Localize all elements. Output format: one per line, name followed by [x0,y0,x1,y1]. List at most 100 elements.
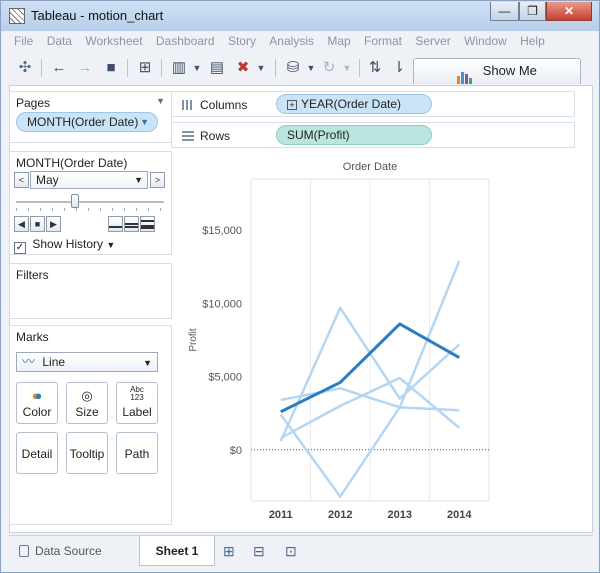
columns-icon [182,100,194,110]
redo-icon[interactable]: → [75,58,95,78]
bar-chart-icon [457,60,473,84]
y-tick-label: $0 [230,445,242,457]
speed-slow-button[interactable] [108,216,123,232]
clear-sheet-icon[interactable]: ✖ [233,58,253,78]
tooltip-button[interactable]: Tooltip [66,432,108,474]
data-source-label: Data Source [35,544,102,558]
menu-worksheet[interactable]: Worksheet [80,31,147,48]
speed-medium-button[interactable] [124,216,139,232]
size-button[interactable]: ◎ Size [66,382,108,424]
chevron-down-icon[interactable]: ▼ [156,96,165,106]
menu-help[interactable]: Help [515,31,550,48]
title-bar: Tableau - motion_chart — ❐ ✕ [1,1,599,31]
tableau-logo-icon[interactable]: ✣ [15,58,35,78]
new-story-icon[interactable]: ⊡ [285,536,301,566]
new-worksheet-icon[interactable]: ▥ [169,58,189,78]
page-slider-ticks [16,208,164,211]
show-history-checkbox[interactable]: ✓ [14,242,26,254]
page-select[interactable]: May ▼ [30,171,148,189]
play-backward-button[interactable]: ◀ [14,216,29,232]
play-forward-button[interactable]: ▶ [46,216,61,232]
maximize-button[interactable]: ❐ [519,2,546,21]
toolbar-separator [359,59,360,77]
new-datasource-icon[interactable]: ⊞ [135,58,155,78]
path-button[interactable]: Path [116,432,158,474]
rows-pill[interactable]: SUM(Profit) [276,125,432,145]
menu-file[interactable]: File [9,31,38,48]
toolbar: ✣ ← → ■ ⊞ ▥ ▼ ▤ ✖ ▼ ⛁ ▼ ↻ ▼ ⇅ ⇂ Show Me [9,53,593,84]
pages-pill[interactable]: MONTH(Order Date) ▼ [16,112,158,132]
menu-bar: File Data Worksheet Dashboard Story Anal… [9,31,593,53]
app-window: Tableau - motion_chart — ❐ ✕ File Data W… [0,0,600,573]
detail-button-label: Detail [21,447,53,461]
menu-server[interactable]: Server [410,31,455,48]
page-slider-track[interactable] [16,201,164,203]
filters-title: Filters [16,268,49,282]
x-tick-label: 2012 [328,509,352,521]
new-dashboard-icon[interactable]: ⊟ [253,536,269,566]
chevron-down-icon[interactable]: ▼ [251,58,271,78]
label-button-label: Label [122,405,152,419]
show-history-control[interactable]: ✓ Show History ▼ [14,237,115,254]
detail-button[interactable]: Detail [16,432,58,474]
data-source-tab[interactable]: Data Source [9,536,139,566]
chevron-down-icon: ▼ [134,175,143,185]
mark-type-select[interactable]: 〰 Line ▼ [16,352,158,372]
toolbar-separator [127,59,128,77]
sort-icon[interactable]: ⇂ [389,58,409,78]
marks-title: Marks [16,330,49,344]
datasource-icon [19,545,29,557]
filters-panel[interactable]: Filters [9,263,172,319]
chevron-down-icon[interactable]: ▼ [187,58,207,78]
next-page-button[interactable]: > [150,172,165,188]
chevron-down-icon[interactable]: ▼ [301,58,321,78]
y-tick-label: $15,000 [202,225,242,237]
menu-map[interactable]: Map [322,31,355,48]
chevron-down-icon[interactable]: ▼ [106,240,115,250]
rows-icon [182,131,194,141]
menu-analysis[interactable]: Analysis [264,31,319,48]
chevron-down-icon[interactable]: ▼ [337,58,357,78]
menu-format[interactable]: Format [359,31,407,48]
close-button[interactable]: ✕ [546,2,592,21]
columns-pill[interactable]: + YEAR(Order Date) [276,94,432,114]
size-icon: ◎ [81,388,93,403]
color-button[interactable]: ●● Color [16,382,58,424]
line-chart[interactable]: Order Date Profit $15,000 $10,000 $5,000 $0… [179,153,492,526]
page-select-value: May [36,173,59,187]
datasource-icon[interactable]: ⛁ [283,58,303,78]
menu-story[interactable]: Story [223,31,261,48]
expand-icon[interactable]: + [287,100,297,110]
y-axis-label: Profit [188,328,199,352]
tooltip-button-label: Tooltip [69,447,105,461]
columns-shelf: Columns + YEAR(Order Date) [171,91,575,117]
y-tick-label: $10,000 [202,298,242,310]
speed-fast-button[interactable] [140,216,155,232]
swap-icon[interactable]: ⇅ [365,58,385,78]
page-slider-thumb[interactable] [71,194,80,208]
undo-icon[interactable]: ← [49,58,69,78]
menu-dashboard[interactable]: Dashboard [151,31,220,48]
menu-data[interactable]: Data [42,31,77,48]
line-mark-icon: 〰 [22,354,36,369]
refresh-icon[interactable]: ↻ [319,58,339,78]
toolbar-separator [41,59,42,77]
color-palette-icon: ●● [31,388,43,403]
menu-window[interactable]: Window [459,31,512,48]
stop-button[interactable]: ■ [30,216,45,232]
window-title: Tableau - motion_chart [31,8,164,23]
path-button-label: Path [124,447,150,461]
new-worksheet-icon[interactable]: ⊞ [223,536,239,566]
label-abc-icon: Abc 123 [130,385,144,402]
sheet-tab[interactable]: Sheet 1 [139,536,215,566]
show-me-button[interactable]: Show Me [413,58,581,84]
chevron-down-icon: ▼ [143,358,152,368]
previous-page-button[interactable]: < [14,172,29,188]
label-button[interactable]: Abc 123 Label [116,382,158,424]
save-icon[interactable]: ■ [101,58,121,78]
duplicate-sheet-icon[interactable]: ▤ [207,58,227,78]
page-control-panel: MONTH(Order Date) < May ▼ > ◀ ■ ▶ ✓ Show… [9,151,172,255]
minimize-button[interactable]: — [490,2,519,21]
toolbar-separator [275,59,276,77]
page-control-title: MONTH(Order Date) [16,156,128,170]
